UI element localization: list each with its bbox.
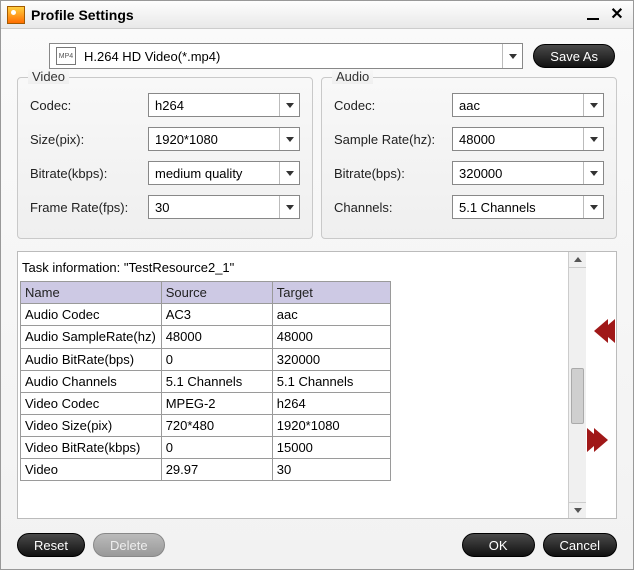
table-row: Video BitRate(kbps)015000: [21, 436, 391, 459]
title-bar: Profile Settings ✕: [1, 1, 633, 29]
ok-button[interactable]: OK: [462, 533, 535, 557]
audio-group-title: Audio: [332, 69, 373, 84]
cell-source: 48000: [161, 326, 272, 349]
scroll-down-button[interactable]: [569, 502, 586, 518]
scroll-thumb[interactable]: [571, 368, 584, 424]
table-row: Video Size(pix)720*4801920*1080: [21, 414, 391, 436]
close-button[interactable]: ✕: [609, 7, 625, 23]
table-row: Video29.9730: [21, 459, 391, 481]
chevron-down-icon: [279, 94, 299, 116]
cell-target: 48000: [272, 326, 391, 349]
audio-channels-value: 5.1 Channels: [453, 200, 583, 215]
table-row: Audio SampleRate(hz)4800048000: [21, 326, 391, 349]
audio-codec-select[interactable]: aac: [452, 93, 604, 117]
video-size-value: 1920*1080: [149, 132, 279, 147]
audio-samplerate-value: 48000: [453, 132, 583, 147]
video-fps-select[interactable]: 30: [148, 195, 300, 219]
video-fps-value: 30: [149, 200, 279, 215]
mp4-icon: MP4: [56, 47, 76, 65]
task-info-table: Name Source Target Audio CodecAC3aacAudi…: [20, 281, 391, 481]
audio-codec-label: Codec:: [334, 98, 452, 113]
cell-target: 30: [272, 459, 391, 481]
video-size-select[interactable]: 1920*1080: [148, 127, 300, 151]
video-codec-select[interactable]: h264: [148, 93, 300, 117]
cell-target: h264: [272, 392, 391, 414]
cell-source: MPEG-2: [161, 392, 272, 414]
cell-target: 320000: [272, 348, 391, 370]
delete-button[interactable]: Delete: [93, 533, 165, 557]
col-source: Source: [161, 282, 272, 304]
audio-group: Audio Codec: aac Sample Rate(hz): 48000 …: [321, 77, 617, 239]
cell-name: Video BitRate(kbps): [21, 436, 162, 459]
cell-source: 0: [161, 436, 272, 459]
video-bitrate-label: Bitrate(kbps):: [30, 166, 148, 181]
close-icon: ✕: [610, 7, 623, 23]
minimize-button[interactable]: [585, 7, 601, 23]
audio-codec-value: aac: [453, 98, 583, 113]
cell-source: AC3: [161, 304, 272, 326]
table-row: Audio BitRate(bps)0320000: [21, 348, 391, 370]
video-codec-value: h264: [149, 98, 279, 113]
cell-name: Audio Channels: [21, 370, 162, 392]
reset-button[interactable]: Reset: [17, 533, 85, 557]
app-icon: [7, 6, 25, 24]
arrow-up-icon: [574, 257, 582, 262]
video-bitrate-value: medium quality: [149, 166, 279, 181]
minimize-icon: [587, 18, 599, 20]
video-fps-label: Frame Rate(fps):: [30, 200, 148, 215]
chevron-down-icon: [502, 44, 522, 68]
chevron-down-icon: [583, 162, 603, 184]
next-task-button[interactable]: [594, 428, 608, 452]
cell-name: Video: [21, 459, 162, 481]
video-group: Video Codec: h264 Size(pix): 1920*1080 B…: [17, 77, 313, 239]
window-title: Profile Settings: [31, 7, 585, 23]
cell-name: Video Codec: [21, 392, 162, 414]
task-info-heading: Task information: "TestResource2_1": [20, 254, 566, 281]
chevron-down-icon: [583, 94, 603, 116]
arrow-down-icon: [574, 508, 582, 513]
audio-samplerate-select[interactable]: 48000: [452, 127, 604, 151]
cell-name: Audio SampleRate(hz): [21, 326, 162, 349]
scroll-up-button[interactable]: [569, 252, 586, 268]
audio-bitrate-select[interactable]: 320000: [452, 161, 604, 185]
cell-name: Video Size(pix): [21, 414, 162, 436]
table-row: Video CodecMPEG-2h264: [21, 392, 391, 414]
profile-select-value: H.264 HD Video(*.mp4): [82, 49, 502, 64]
vertical-scrollbar[interactable]: [568, 252, 586, 518]
chevron-down-icon: [583, 128, 603, 150]
table-row: Audio CodecAC3aac: [21, 304, 391, 326]
audio-bitrate-value: 320000: [453, 166, 583, 181]
video-codec-label: Codec:: [30, 98, 148, 113]
chevron-down-icon: [279, 196, 299, 218]
cell-source: 5.1 Channels: [161, 370, 272, 392]
cell-source: 0: [161, 348, 272, 370]
audio-channels-select[interactable]: 5.1 Channels: [452, 195, 604, 219]
cell-target: 5.1 Channels: [272, 370, 391, 392]
chevron-down-icon: [583, 196, 603, 218]
profile-settings-window: Profile Settings ✕ MP4 H.264 HD Video(*.…: [0, 0, 634, 570]
video-bitrate-select[interactable]: medium quality: [148, 161, 300, 185]
cell-name: Audio BitRate(bps): [21, 348, 162, 370]
profile-select[interactable]: MP4 H.264 HD Video(*.mp4): [49, 43, 523, 69]
cell-source: 29.97: [161, 459, 272, 481]
chevron-down-icon: [279, 162, 299, 184]
cell-source: 720*480: [161, 414, 272, 436]
audio-samplerate-label: Sample Rate(hz):: [334, 132, 452, 147]
cell-target: aac: [272, 304, 391, 326]
audio-bitrate-label: Bitrate(bps):: [334, 166, 452, 181]
cell-target: 1920*1080: [272, 414, 391, 436]
cell-target: 15000: [272, 436, 391, 459]
audio-channels-label: Channels:: [334, 200, 452, 215]
chevron-down-icon: [279, 128, 299, 150]
col-target: Target: [272, 282, 391, 304]
previous-task-button[interactable]: [594, 319, 608, 343]
col-name: Name: [21, 282, 162, 304]
table-row: Audio Channels5.1 Channels5.1 Channels: [21, 370, 391, 392]
cell-name: Audio Codec: [21, 304, 162, 326]
video-size-label: Size(pix):: [30, 132, 148, 147]
cancel-button[interactable]: Cancel: [543, 533, 617, 557]
video-group-title: Video: [28, 69, 69, 84]
task-info-area: Task information: "TestResource2_1" Name…: [17, 251, 617, 519]
save-as-button[interactable]: Save As: [533, 44, 615, 68]
